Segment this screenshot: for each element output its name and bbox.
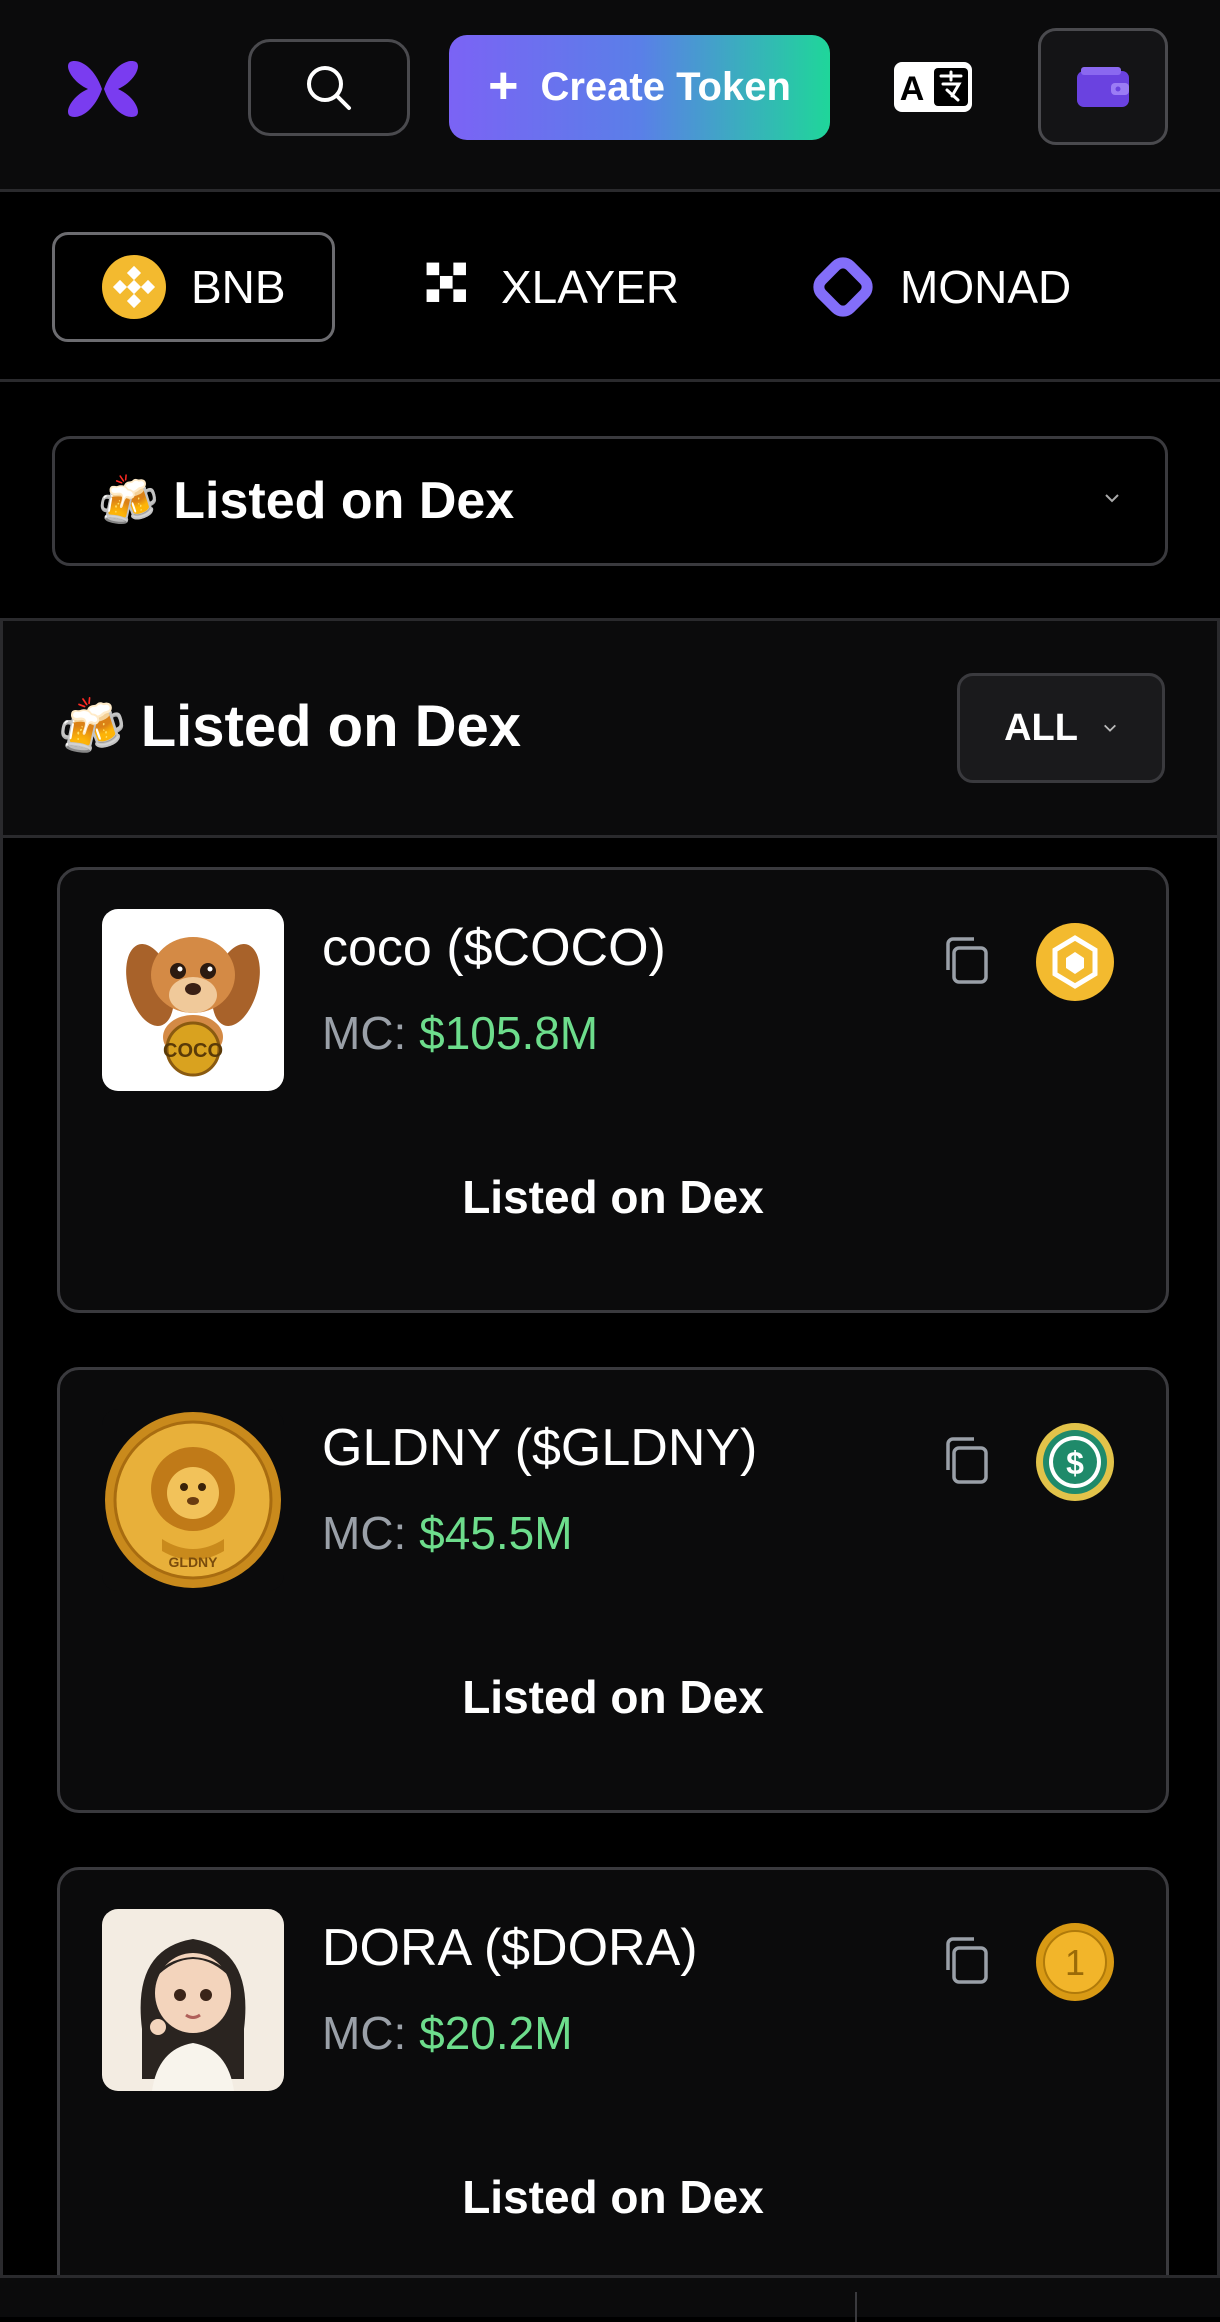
section-title: 🍻 Listed on Dex: [57, 693, 521, 760]
wallet-button[interactable]: [1038, 28, 1168, 145]
bnb-icon: [102, 255, 166, 319]
sort-filter-dropdown[interactable]: ALL: [957, 673, 1165, 783]
bottom-bar: [0, 2275, 1220, 2322]
beer-mugs-icon: 🍻: [97, 472, 160, 529]
wallet-icon: [1077, 66, 1129, 107]
bnb-badge-icon: [1036, 923, 1114, 1001]
token-name: GLDNY ($GLDNY): [322, 1419, 758, 1477]
gldny-lion-coin-logo: GLDNY: [102, 1409, 284, 1591]
token-card[interactable]: GLDNY GLDNY ($GLDNY) MC: $45.5M $ Listed…: [57, 1367, 1169, 1813]
usd-coin-badge-icon: $: [1036, 1423, 1114, 1501]
create-token-label: Create Token: [540, 65, 791, 109]
top-header: + Create Token A: [0, 0, 1220, 192]
chevron-down-icon: [1103, 724, 1116, 732]
copy-icon[interactable]: [938, 932, 994, 988]
token-card[interactable]: COCO coco ($COCO) MC: $105.8M Listed on …: [57, 867, 1169, 1313]
chevron-down-icon: [1105, 494, 1119, 503]
search-icon: [307, 65, 351, 110]
chain-tab-xlayer[interactable]: XLAYER: [425, 232, 679, 342]
butterfly-logo-icon[interactable]: [66, 56, 140, 122]
market-cap: MC: $45.5M: [322, 1506, 573, 1560]
search-button[interactable]: [248, 39, 410, 136]
svg-text:GLDNY: GLDNY: [169, 1554, 219, 1570]
svg-text:1: 1: [1065, 1942, 1085, 1983]
translate-icon[interactable]: A: [892, 60, 974, 114]
svg-text:A: A: [900, 70, 925, 108]
token-name: DORA ($DORA): [322, 1919, 698, 1977]
listing-status: Listed on Dex: [462, 2171, 764, 2223]
market-cap-value: $20.2M: [419, 2007, 573, 2059]
market-cap-label: MC:: [322, 2007, 407, 2059]
category-filter-select[interactable]: 🍻 Listed on Dex: [52, 436, 1168, 566]
gold-coin-one-badge-icon: 1: [1036, 1923, 1114, 2001]
bottom-divider: [855, 2292, 857, 2322]
market-cap-label: MC:: [322, 1007, 407, 1059]
token-card[interactable]: DORA ($DORA) MC: $20.2M 1 Listed on Dex: [57, 1867, 1169, 2313]
monad-icon: [813, 257, 873, 317]
svg-text:COCO: COCO: [163, 1040, 223, 1062]
token-list-panel: 🍻 Listed on Dex ALL COCO coco ($COCO) MC…: [0, 618, 1220, 2313]
chain-tab-bnb[interactable]: BNB: [52, 232, 335, 342]
market-cap: MC: $20.2M: [322, 2006, 573, 2060]
chain-label: MONAD: [900, 261, 1072, 313]
token-name: coco ($COCO): [322, 919, 666, 977]
create-token-button[interactable]: + Create Token: [449, 35, 830, 140]
market-cap: MC: $105.8M: [322, 1006, 598, 1060]
panel-header: 🍻 Listed on Dex ALL: [3, 621, 1217, 838]
chain-tab-monad[interactable]: MONAD: [810, 232, 1071, 342]
market-cap-label: MC:: [322, 1507, 407, 1559]
listing-status: Listed on Dex: [462, 1671, 764, 1723]
chain-selector: BNB XLAYER MONAD: [0, 195, 1220, 382]
copy-icon[interactable]: [938, 1932, 994, 1988]
market-cap-value: $105.8M: [419, 1007, 599, 1059]
coco-dog-logo: COCO: [102, 909, 284, 1091]
plus-icon: +: [488, 56, 519, 115]
section-title-text: Listed on Dex: [140, 694, 522, 759]
beer-mugs-icon: 🍻: [57, 694, 127, 758]
listing-status: Listed on Dex: [462, 1171, 764, 1223]
chain-label: BNB: [191, 261, 286, 313]
dora-girl-logo: [102, 1909, 284, 2091]
xlayer-icon: [426, 262, 466, 302]
svg-text:$: $: [1066, 1445, 1084, 1481]
filter-selected-value: Listed on Dex: [173, 472, 515, 530]
sort-filter-label: ALL: [1004, 706, 1078, 749]
copy-icon[interactable]: [938, 1432, 994, 1488]
market-cap-value: $45.5M: [419, 1507, 573, 1559]
chain-label: XLAYER: [501, 261, 680, 313]
